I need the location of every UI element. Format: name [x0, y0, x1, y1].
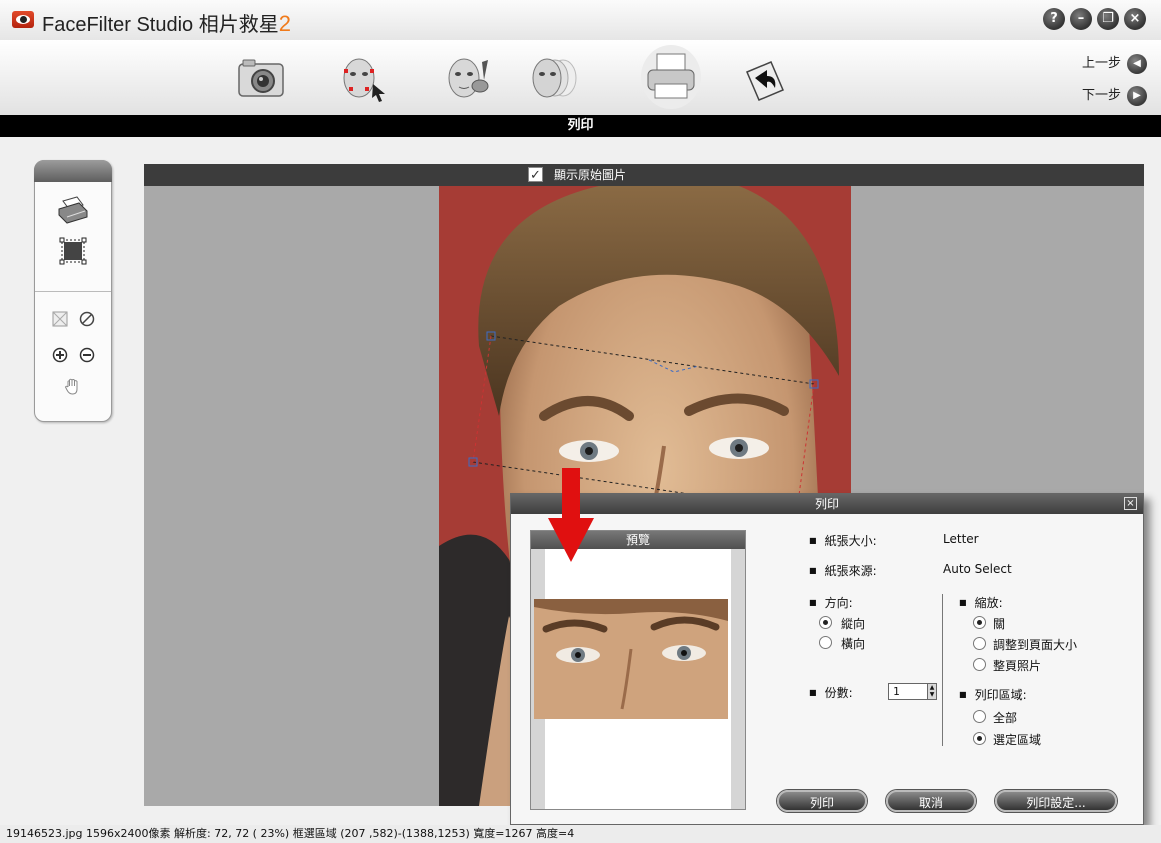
- print-area-selection-radio[interactable]: [973, 732, 986, 745]
- help-icon[interactable]: ?: [1043, 8, 1065, 30]
- select-area-icon[interactable]: [59, 237, 87, 265]
- print-area-all-label: 全部: [993, 711, 1018, 725]
- scale-off-radio[interactable]: [973, 616, 986, 629]
- view-header: 顯示原始圖片: [144, 164, 1144, 187]
- printer-icon[interactable]: [640, 44, 702, 110]
- palette-divider: [35, 291, 111, 292]
- next-step-button[interactable]: 下一步 ▶: [1082, 84, 1147, 106]
- chevron-left-icon: ◀: [1127, 53, 1147, 74]
- print-dialog: 列印 × 預覽 紙張大小: Letter 紙張來源: Auto Select 方…: [510, 493, 1144, 825]
- status-bar: 19146523.jpg 1596x2400像素 解析度: 72, 72 ( 2…: [0, 825, 1161, 843]
- paper-size-value: Letter: [943, 532, 979, 546]
- zoom-in-icon[interactable]: [52, 347, 68, 363]
- print-area-selection-label: 選定區域: [993, 733, 1042, 747]
- dialog-title: 列印: [511, 494, 1143, 514]
- preview-eyes-image: [534, 599, 728, 719]
- export-icon[interactable]: [737, 50, 793, 106]
- scale-label: 縮放:: [959, 594, 1003, 611]
- clear-icon[interactable]: [79, 311, 95, 327]
- cancel-button[interactable]: 取消: [886, 790, 976, 812]
- options-divider: [942, 594, 943, 746]
- orientation-landscape-radio[interactable]: [819, 636, 832, 649]
- app-logo-icon: [12, 11, 34, 28]
- scale-fit-page-label: 調整到頁面大小: [993, 638, 1078, 652]
- print-setup-button[interactable]: 列印設定...: [995, 790, 1117, 812]
- scale-fit-page-radio[interactable]: [973, 637, 986, 650]
- palette-header: [34, 160, 112, 182]
- title-bar: FaceFilter Studio 相片救星2 ? – ❐ ×: [0, 0, 1161, 40]
- copies-label: 份數:: [809, 684, 853, 701]
- show-original-label: 顯示原始圖片: [554, 168, 627, 182]
- paper-source-label: 紙張來源:: [809, 562, 877, 579]
- face-select-icon[interactable]: [335, 50, 391, 106]
- app-title-text: FaceFilter Studio 相片救星: [42, 14, 279, 36]
- face-morph-icon[interactable]: [527, 50, 583, 106]
- app-title: FaceFilter Studio 相片救星2: [42, 8, 291, 37]
- close-icon[interactable]: ×: [1124, 8, 1146, 30]
- minimize-icon[interactable]: –: [1070, 8, 1092, 30]
- orientation-portrait-radio[interactable]: [819, 616, 832, 629]
- scale-off-label: 關: [993, 617, 1006, 631]
- paper-size-label: 紙張大小:: [809, 532, 877, 549]
- dialog-close-icon[interactable]: ×: [1124, 497, 1137, 510]
- next-step-label: 下一步: [1081, 88, 1121, 103]
- face-edit-icon[interactable]: [440, 50, 496, 106]
- print-tool-icon[interactable]: [55, 193, 91, 225]
- print-area-all-radio[interactable]: [973, 710, 986, 723]
- copies-input[interactable]: 1: [888, 683, 928, 700]
- copies-spinner[interactable]: ▲ ▼: [927, 683, 937, 700]
- preview-image: [534, 599, 728, 719]
- fit-icon[interactable]: [52, 311, 68, 327]
- step-title: 列印: [0, 115, 1161, 137]
- print-button[interactable]: 列印: [777, 790, 867, 812]
- tool-palette: [34, 160, 112, 422]
- show-original-checkbox[interactable]: [528, 165, 543, 187]
- orientation-label: 方向:: [809, 594, 853, 611]
- paper-source-value: Auto Select: [943, 562, 1012, 576]
- zoom-out-icon[interactable]: [79, 347, 95, 363]
- app-version: 2: [278, 11, 291, 36]
- camera-icon[interactable]: [233, 50, 289, 106]
- orientation-landscape-label: 橫向: [841, 637, 866, 651]
- preview-panel: 預覽: [530, 530, 746, 810]
- scale-full-page-label: 整頁照片: [993, 659, 1042, 673]
- annotation-arrow: [548, 468, 594, 562]
- scale-full-page-radio[interactable]: [973, 658, 986, 671]
- restore-icon[interactable]: ❐: [1097, 8, 1119, 30]
- prev-step-button[interactable]: 上一步 ◀: [1082, 52, 1147, 74]
- main-toolbar: 上一步 ◀ 下一步 ▶: [0, 40, 1161, 116]
- prev-step-label: 上一步: [1081, 56, 1121, 71]
- print-area-label: 列印區域:: [959, 686, 1027, 703]
- hand-icon[interactable]: [63, 377, 83, 397]
- orientation-portrait-label: 縱向: [841, 617, 866, 631]
- chevron-right-icon: ▶: [1127, 85, 1147, 106]
